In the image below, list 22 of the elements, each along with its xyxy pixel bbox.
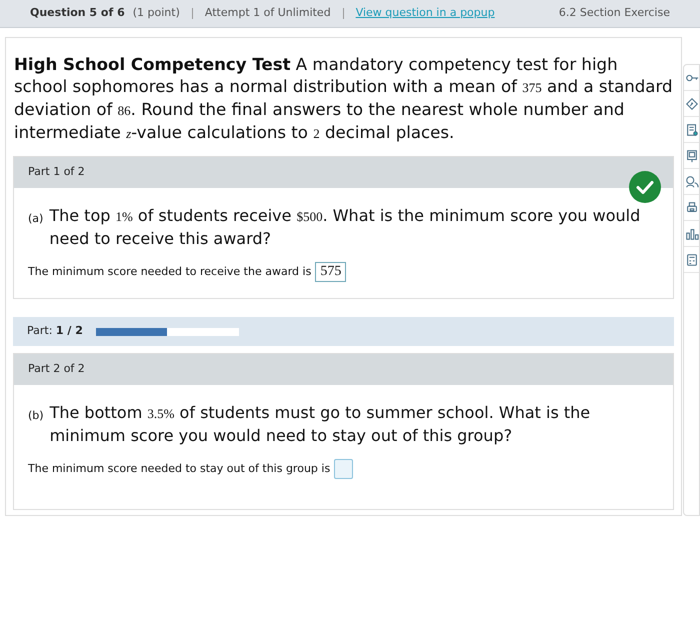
- answer-prompt: The minimum score needed to receive the award is: [28, 264, 312, 280]
- question-text: The bottom 3.5% of students must go to summer school. What is the minimum score you would need to stay out of this group?: [50, 402, 592, 447]
- answer-prompt: The minimum score needed to stay out of this group is: [28, 460, 330, 477]
- print-icon[interactable]: [684, 200, 698, 214]
- part-title: Part 1 of 2: [28, 164, 85, 180]
- problem-statement: High School Competency Test A mandatory competency test for high school sophomores has a normal distribution with a mean of 375 and a standard deviation of 86. Round the final answers to the nearest whole number and intermediate z-value calculations to 2 decimal places.: [13, 54, 674, 144]
- diamond-arrow-icon[interactable]: [684, 96, 698, 110]
- attempt-label: Attempt 1 of Unlimited: [204, 5, 331, 22]
- part-letter: (a): [28, 211, 44, 227]
- part-title: Part 2 of 2: [28, 361, 85, 378]
- bar-chart-icon[interactable]: [684, 226, 698, 240]
- slide-icon[interactable]: [684, 148, 698, 162]
- calculator-icon[interactable]: [684, 252, 698, 266]
- answer-field[interactable]: 575: [315, 262, 346, 282]
- question-text: The top 1% of students receive $500. What is the minimum score you would need to receive this award?: [49, 205, 642, 250]
- progress-label: Part: 1 / 2: [27, 323, 83, 340]
- section-label: 6.2 Section Exercise: [558, 5, 670, 22]
- part-letter: (b): [28, 408, 44, 424]
- answer-field[interactable]: [334, 459, 354, 479]
- document-icon[interactable]: [684, 122, 698, 136]
- points-label: (1 point): [132, 5, 180, 22]
- question-number: Question 5 of 6: [30, 5, 125, 22]
